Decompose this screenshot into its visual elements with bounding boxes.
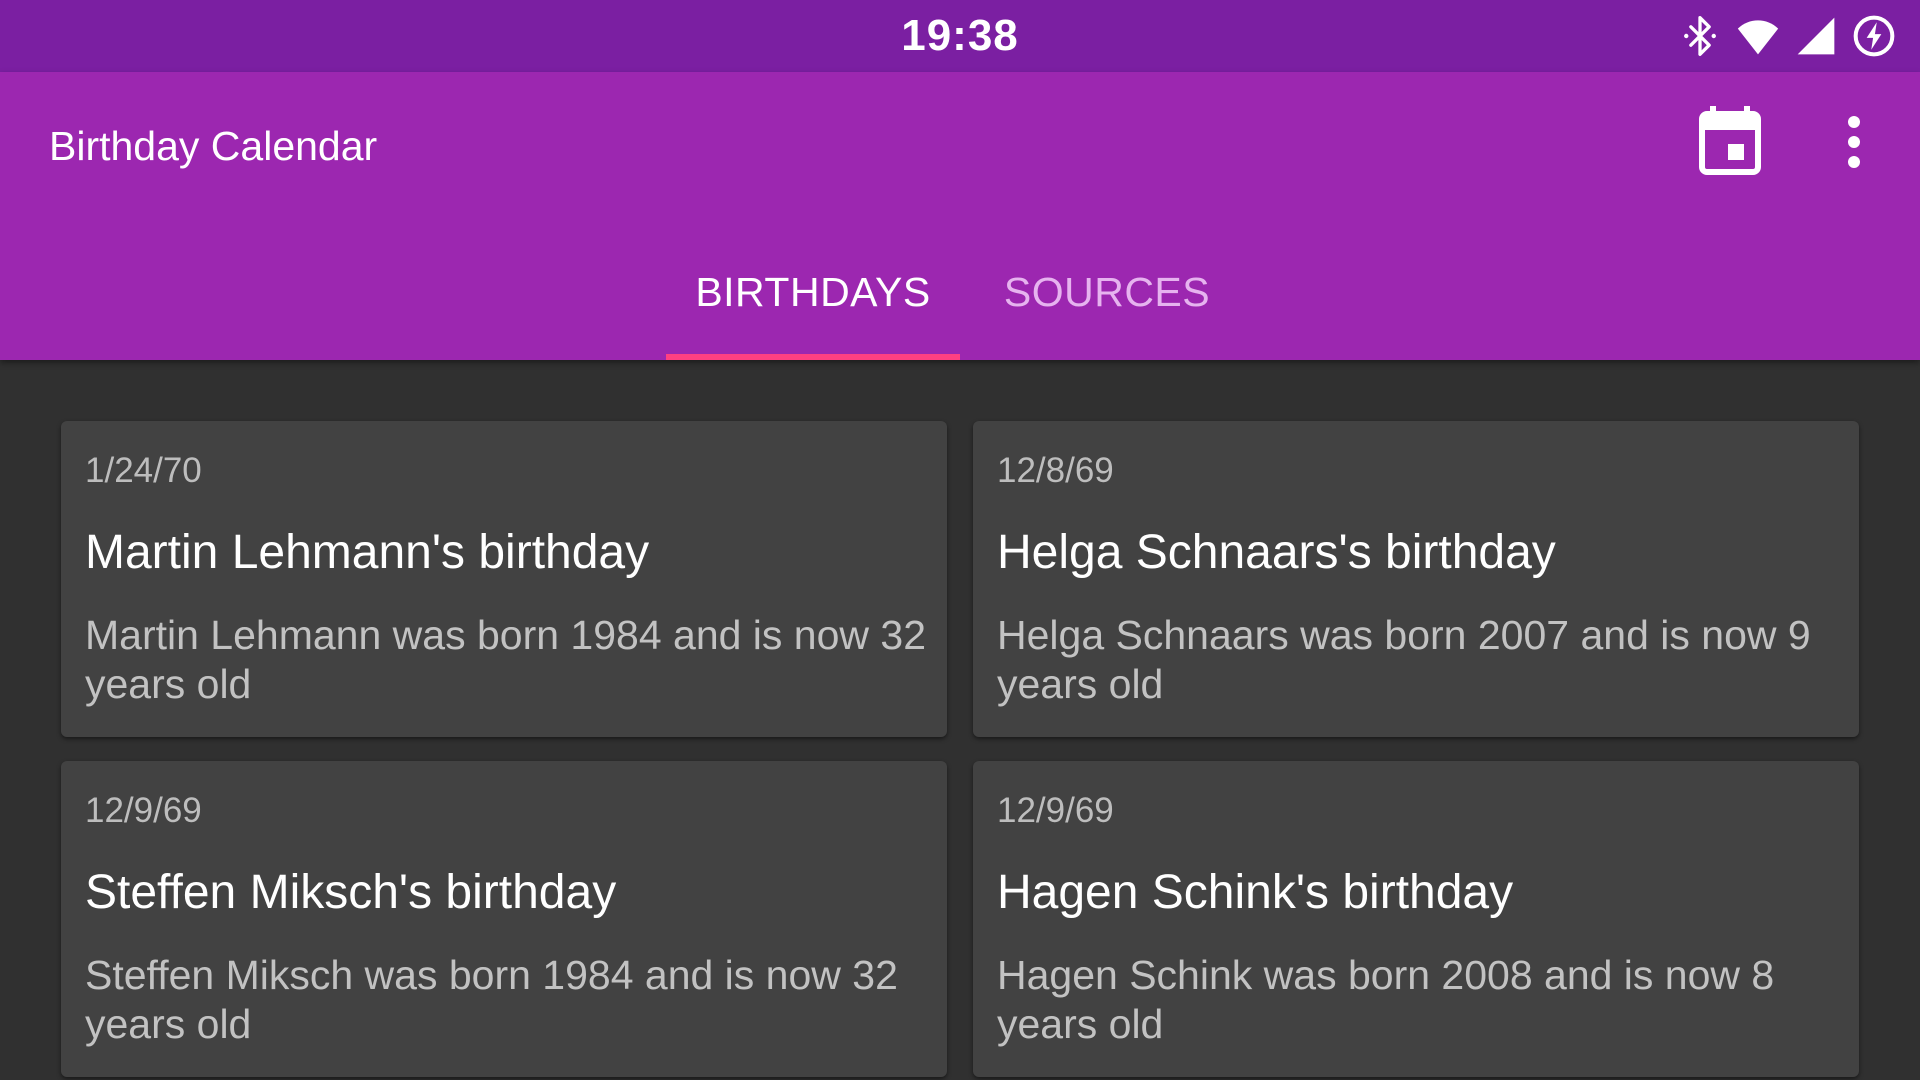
tab-sources-label: SOURCES bbox=[1003, 269, 1211, 315]
app-title: Birthday Calendar bbox=[49, 123, 378, 169]
status-time: 19:38 bbox=[901, 11, 1019, 60]
bluetooth-icon bbox=[1678, 14, 1722, 58]
signal-icon bbox=[1794, 14, 1838, 58]
status-bar: 19:38 bbox=[0, 0, 1920, 72]
birthday-description: Helga Schnaars was born 2007 and is now … bbox=[997, 612, 1811, 707]
tab-birthdays-label: BIRTHDAYS bbox=[695, 269, 931, 315]
birthday-date: 1/24/70 bbox=[85, 451, 202, 490]
app-bar: Birthday Calendar BIRTHDAYS SOURCES bbox=[0, 72, 1920, 360]
birthday-title: Hagen Schink's birthday bbox=[997, 866, 1514, 919]
tab-birthdays[interactable]: BIRTHDAYS bbox=[666, 268, 960, 360]
birthday-card[interactable]: 12/9/69 Steffen Miksch's birthday Steffe… bbox=[61, 761, 947, 1077]
tab-sources[interactable]: SOURCES bbox=[985, 268, 1229, 360]
status-icons bbox=[1678, 12, 1896, 60]
birthday-card[interactable]: 1/24/70 Martin Lehmann's birthday Martin… bbox=[61, 421, 947, 737]
wifi-icon bbox=[1736, 14, 1780, 58]
birthday-date: 12/9/69 bbox=[85, 791, 202, 830]
birthday-card[interactable]: 12/9/69 Hagen Schink's birthday Hagen Sc… bbox=[973, 761, 1859, 1077]
birthday-date: 12/9/69 bbox=[997, 791, 1114, 830]
birthday-date: 12/8/69 bbox=[997, 451, 1114, 490]
calendar-icon[interactable] bbox=[1698, 106, 1762, 176]
birthday-title: Steffen Miksch's birthday bbox=[85, 866, 617, 919]
more-vert-icon[interactable] bbox=[1832, 112, 1876, 172]
birthday-card[interactable]: 12/8/69 Helga Schnaars's birthday Helga … bbox=[973, 421, 1859, 737]
battery-charging-icon bbox=[1852, 14, 1896, 58]
birthday-description: Martin Lehmann was born 1984 and is now … bbox=[85, 612, 927, 707]
birthday-title: Martin Lehmann's birthday bbox=[85, 526, 650, 579]
birthday-description: Hagen Schink was born 2008 and is now 8 … bbox=[997, 952, 1775, 1047]
birthday-list[interactable]: 1/24/70 Martin Lehmann's birthday Martin… bbox=[0, 360, 1920, 1080]
birthday-title: Helga Schnaars's birthday bbox=[997, 526, 1556, 579]
birthday-description: Steffen Miksch was born 1984 and is now … bbox=[85, 952, 898, 1047]
